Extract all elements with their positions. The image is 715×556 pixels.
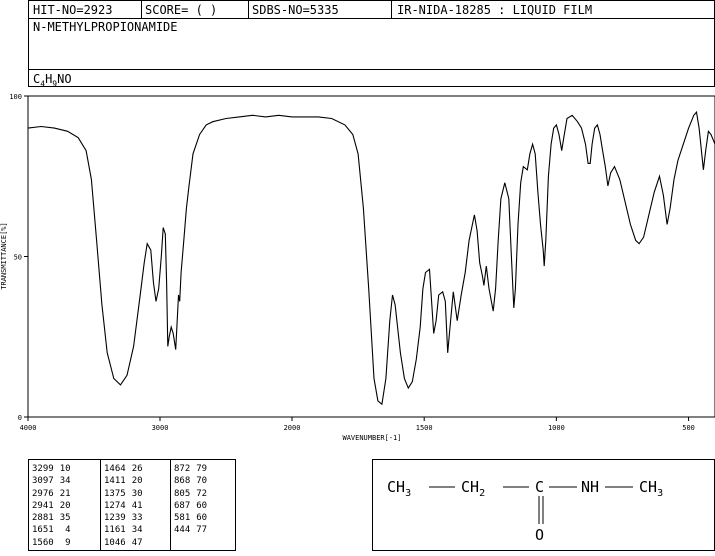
peak-transmittance: 35 bbox=[59, 513, 71, 524]
peak-transmittance: 21 bbox=[59, 488, 71, 499]
peak-transmittance: 60 bbox=[196, 513, 208, 524]
peak-row: 805 72 bbox=[171, 488, 210, 500]
structure-box: CH3 CH2 C NH CH3 O bbox=[372, 459, 715, 551]
peak-transmittance: 10 bbox=[59, 464, 71, 474]
peak-transmittance: 47 bbox=[131, 537, 143, 548]
peak-row: 1274 41 bbox=[101, 500, 146, 512]
peak-wavenumber: 2976 bbox=[32, 488, 54, 499]
ch2-label: CH2 bbox=[461, 478, 485, 499]
peak-wavenumber: 581 bbox=[174, 513, 191, 524]
ch3-left-label: CH3 bbox=[387, 478, 411, 499]
peak-wavenumber: 1560 bbox=[32, 537, 54, 548]
x-tick-label: 3000 bbox=[152, 424, 169, 432]
peak-wavenumber: 1274 bbox=[104, 500, 126, 511]
peak-row: 1411 20 bbox=[101, 475, 146, 487]
y-axis-ticks: 100 50 0 bbox=[9, 93, 28, 422]
x-axis-label: WAVENUMBER[-1] bbox=[342, 434, 401, 442]
x-tick-label: 500 bbox=[682, 424, 695, 432]
peak-transmittance: 72 bbox=[196, 488, 208, 499]
structure-diagram: CH3 CH2 C NH CH3 O bbox=[387, 478, 663, 544]
peak-transmittance: 20 bbox=[131, 476, 143, 487]
peak-wavenumber: 444 bbox=[174, 525, 191, 536]
peak-transmittance: 20 bbox=[59, 500, 71, 511]
peak-wavenumber: 3299 bbox=[32, 464, 54, 474]
peak-row: 1239 33 bbox=[101, 512, 146, 524]
peak-wavenumber: 1411 bbox=[104, 476, 126, 487]
x-tick-label: 1500 bbox=[416, 424, 433, 432]
peak-row: 1464 26 bbox=[101, 463, 146, 475]
x-axis-ticks: 4000 3000 2000 1500 1000 500 bbox=[20, 417, 695, 432]
peak-transmittance: 41 bbox=[131, 500, 143, 511]
y-tick-label: 50 bbox=[14, 254, 22, 262]
peak-transmittance: 34 bbox=[59, 476, 71, 487]
x-tick-label: 2000 bbox=[284, 424, 301, 432]
peak-wavenumber: 1651 bbox=[32, 525, 54, 536]
peak-wavenumber: 1161 bbox=[104, 525, 126, 536]
nh-label: NH bbox=[581, 478, 599, 496]
ir-spectrum-chart: 4000 3000 2000 1500 1000 500 100500 WAVENUMBE… bbox=[0, 93, 715, 442]
peak-row: 1560 9 bbox=[29, 537, 74, 549]
peak-wavenumber: 1239 bbox=[104, 513, 126, 524]
peak-transmittance: 33 bbox=[131, 513, 143, 524]
peak-wavenumber: 1375 bbox=[104, 488, 126, 499]
y-axis-label: TRANSMITTANCE[%] bbox=[0, 222, 8, 289]
x-tick-label: 4000 bbox=[20, 424, 37, 432]
spectrum-line bbox=[27, 110, 715, 406]
peak-wavenumber: 2881 bbox=[32, 513, 54, 524]
peak-row: 1375 30 bbox=[101, 488, 146, 500]
peak-transmittance: 9 bbox=[65, 537, 71, 548]
peak-column-3: 872 79 868 70 805 72 687 60 581 60 444 77 bbox=[171, 460, 237, 550]
x-tick-label: 1000 bbox=[548, 424, 565, 432]
peak-wavenumber: 872 bbox=[174, 464, 191, 474]
peak-row: 1161 34 bbox=[101, 524, 146, 536]
peak-row: 581 60 bbox=[171, 512, 210, 524]
peak-transmittance: 70 bbox=[196, 476, 208, 487]
peak-transmittance: 34 bbox=[131, 525, 143, 536]
peak-row: 444 77 bbox=[171, 524, 210, 536]
peak-wavenumber: 3097 bbox=[32, 476, 54, 487]
peak-transmittance: 60 bbox=[196, 500, 208, 511]
peak-wavenumber: 805 bbox=[174, 488, 191, 499]
peak-column-1: 3299 10 3097 34 2976 21 2941 20 2881 35 1651 4 1560 9 bbox=[29, 460, 101, 550]
peak-transmittance: 4 bbox=[65, 525, 71, 536]
peak-row: 2881 35 bbox=[29, 512, 74, 524]
y-tick-label: 100 bbox=[9, 93, 22, 101]
peak-wavenumber: 1464 bbox=[104, 464, 126, 474]
peak-row: 872 79 bbox=[171, 463, 210, 475]
peak-row: 3299 10 bbox=[29, 463, 74, 475]
plot-frame bbox=[27, 95, 715, 418]
peak-wavenumber: 1046 bbox=[104, 537, 126, 548]
peak-transmittance: 77 bbox=[196, 525, 208, 536]
peak-row: 1651 4 bbox=[29, 524, 74, 536]
peak-wavenumber: 868 bbox=[174, 476, 191, 487]
peak-row: 2941 20 bbox=[29, 500, 74, 512]
peak-wavenumber: 687 bbox=[174, 500, 191, 511]
peak-column-2: 1464 26 1411 20 1375 30 1274 41 1239 33 1161 34 1046… bbox=[101, 460, 171, 550]
y-tick-label: 0 bbox=[18, 414, 22, 422]
peak-transmittance: 79 bbox=[196, 464, 208, 474]
peak-row: 868 70 bbox=[171, 475, 210, 487]
ch3-right-label: CH3 bbox=[639, 478, 663, 499]
peak-wavenumber: 2941 bbox=[32, 500, 54, 511]
peak-row: 687 60 bbox=[171, 500, 210, 512]
peak-row: 2976 21 bbox=[29, 488, 74, 500]
carbonyl-c-label: C bbox=[535, 478, 544, 496]
peak-row: 3097 34 bbox=[29, 475, 74, 487]
peak-row: 1046 47 bbox=[101, 537, 146, 549]
peak-transmittance: 26 bbox=[131, 464, 143, 474]
peak-table: 3299 10 3097 34 2976 21 2941 20 2881 35 1651 4 1560 9… bbox=[28, 459, 236, 551]
oxygen-label: O bbox=[535, 526, 544, 544]
peak-transmittance: 30 bbox=[131, 488, 143, 499]
